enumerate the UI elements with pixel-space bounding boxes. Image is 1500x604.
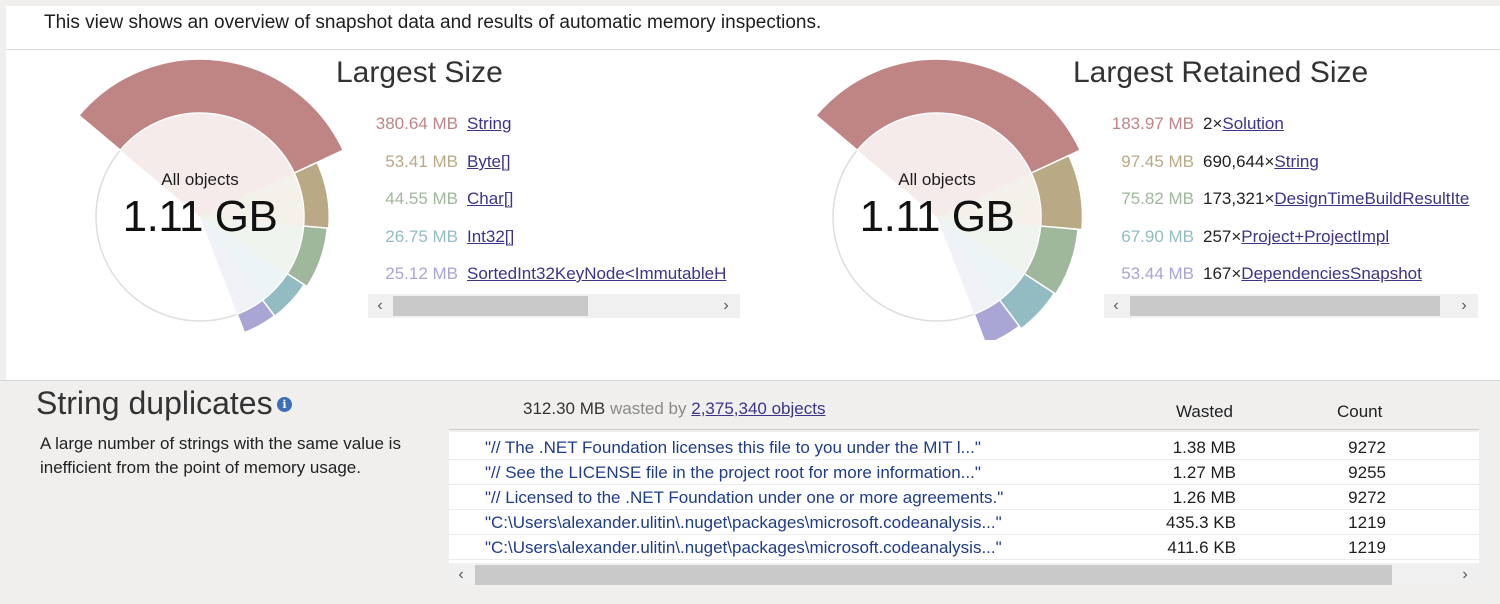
- count-value: 9272: [1348, 488, 1386, 507]
- section-divider: [0, 380, 1500, 381]
- count-value: 9272: [1348, 438, 1386, 457]
- scroll-right-icon[interactable]: ›: [1455, 565, 1475, 585]
- legend-row[interactable]: 67.90 MB 257×Project+ProjectImpl: [1104, 227, 1478, 251]
- string-duplicates-description: A large number of strings with the same …: [40, 434, 401, 477]
- count-value: 9255: [1348, 463, 1386, 482]
- string-value: "C:\Users\alexander.ulitin\.nuget\packag…: [485, 538, 1002, 557]
- largest-size-center-label: All objects: [161, 170, 239, 189]
- largest-size-title: Largest Size: [336, 56, 503, 89]
- largest-retained-center-label: All objects: [898, 170, 976, 189]
- legend-row[interactable]: 53.44 MB 167×DependenciesSnapshot: [1104, 264, 1478, 288]
- legend-count: 173,321×: [1203, 189, 1275, 208]
- legend-size: 26.75 MB: [385, 227, 458, 246]
- wasted-value: 1.26 MB: [1172, 488, 1236, 507]
- legend-size: 183.97 MB: [1111, 114, 1194, 133]
- table-row[interactable]: "// Licensed to the .NET Foundation unde…: [449, 485, 1479, 510]
- summary-text: wasted by: [609, 399, 687, 418]
- string-value: "C:\Users\alexander.ulitin\.nuget\packag…: [485, 513, 1002, 532]
- legend-row[interactable]: 44.55 MB Char[]: [368, 189, 740, 213]
- legend-size: 97.45 MB: [1121, 152, 1194, 171]
- legend-count: 167×: [1203, 264, 1242, 283]
- legend-row[interactable]: 183.97 MB 2×Solution: [1104, 114, 1478, 138]
- scroll-thumb[interactable]: [1130, 296, 1440, 316]
- largest-size-scrollbar[interactable]: ‹ ›: [368, 294, 740, 318]
- legend-type-link[interactable]: Char[]: [467, 189, 513, 209]
- legend-size: 53.44 MB: [1121, 264, 1194, 283]
- wasted-value: 411.6 KB: [1167, 538, 1236, 557]
- largest-retained-center-value: 1.11 GB: [859, 192, 1015, 241]
- table-row[interactable]: "C:\Users\alexander.ulitin\.nuget\packag…: [449, 535, 1479, 560]
- legend-type-link[interactable]: String: [1274, 152, 1318, 171]
- duplicates-scrollbar[interactable]: ‹ ›: [449, 563, 1479, 587]
- info-icon[interactable]: i: [277, 397, 292, 412]
- summary-objects-link[interactable]: 2,375,340 objects: [691, 399, 825, 418]
- duplicates-table: "// The .NET Foundation licenses this fi…: [449, 432, 1479, 563]
- string-value: "// Licensed to the .NET Foundation unde…: [485, 488, 1004, 507]
- legend-count: 690,644×: [1203, 152, 1275, 171]
- legend-type-link[interactable]: DesignTimeBuildResultIte: [1274, 189, 1469, 208]
- scroll-right-icon[interactable]: ›: [1454, 296, 1474, 316]
- legend-size: 380.64 MB: [375, 114, 458, 133]
- column-header-count[interactable]: Count: [1337, 402, 1382, 422]
- legend-row[interactable]: 25.12 MB SortedInt32KeyNode<ImmutableH: [368, 264, 740, 288]
- legend-type-link[interactable]: Byte[]: [467, 152, 510, 172]
- legend-type-link[interactable]: Int32[]: [467, 227, 514, 247]
- scroll-left-icon[interactable]: ‹: [370, 296, 390, 316]
- count-value: 1219: [1348, 513, 1386, 532]
- duplicates-summary: 312.30 MB wasted by 2,375,340 objects: [523, 399, 825, 419]
- table-row[interactable]: "C:\Users\alexander.ulitin\.nuget\packag…: [449, 510, 1479, 535]
- column-header-wasted[interactable]: Wasted: [1176, 402, 1233, 422]
- string-value: "// See the LICENSE file in the project …: [485, 463, 981, 482]
- scroll-thumb[interactable]: [393, 296, 588, 316]
- legend-type-link[interactable]: SortedInt32KeyNode<ImmutableH: [467, 264, 726, 284]
- header-divider: [449, 429, 1479, 430]
- legend-size: 53.41 MB: [385, 152, 458, 171]
- wasted-value: 1.38 MB: [1172, 438, 1236, 457]
- string-duplicates-title: String duplicates: [36, 385, 273, 421]
- legend-type-link[interactable]: Project+ProjectImpl: [1241, 227, 1389, 246]
- summary-size: 312.30 MB: [523, 399, 606, 418]
- scroll-right-icon[interactable]: ›: [716, 296, 736, 316]
- largest-retained-title: Largest Retained Size: [1073, 56, 1369, 89]
- scroll-left-icon[interactable]: ‹: [451, 565, 471, 585]
- largest-retained-legend: 183.97 MB 2×Solution 97.45 MB 690,644×St…: [1104, 114, 1478, 294]
- legend-count: 257×: [1203, 227, 1242, 246]
- legend-row[interactable]: 97.45 MB 690,644×String: [1104, 152, 1478, 176]
- legend-type-link[interactable]: DependenciesSnapshot: [1241, 264, 1422, 283]
- wasted-value: 435.3 KB: [1166, 513, 1236, 532]
- count-value: 1219: [1348, 538, 1386, 557]
- legend-row[interactable]: 75.82 MB 173,321×DesignTimeBuildResultIt…: [1104, 189, 1478, 213]
- scroll-left-icon[interactable]: ‹: [1106, 296, 1126, 316]
- legend-size: 67.90 MB: [1121, 227, 1194, 246]
- string-value: "// The .NET Foundation licenses this fi…: [485, 438, 981, 457]
- largest-size-legend: 380.64 MB String 53.41 MB Byte[] 44.55 M…: [368, 114, 740, 294]
- legend-row[interactable]: 380.64 MB String: [368, 114, 740, 138]
- largest-size-center-value: 1.11 GB: [122, 192, 278, 241]
- legend-size: 44.55 MB: [385, 189, 458, 208]
- legend-type-link[interactable]: String: [467, 114, 511, 134]
- scroll-thumb[interactable]: [475, 565, 1392, 585]
- legend-size: 75.82 MB: [1121, 189, 1194, 208]
- legend-count: 2×: [1203, 114, 1223, 133]
- table-row[interactable]: "// See the LICENSE file in the project …: [449, 460, 1479, 485]
- table-row[interactable]: "// The .NET Foundation licenses this fi…: [449, 435, 1479, 460]
- legend-size: 25.12 MB: [385, 264, 458, 283]
- intro-text: This view shows an overview of snapshot …: [44, 12, 822, 33]
- legend-type-link[interactable]: Solution: [1222, 114, 1283, 133]
- legend-row[interactable]: 53.41 MB Byte[]: [368, 152, 740, 176]
- legend-row[interactable]: 26.75 MB Int32[]: [368, 227, 740, 251]
- wasted-value: 1.27 MB: [1172, 463, 1236, 482]
- largest-retained-scrollbar[interactable]: ‹ ›: [1104, 294, 1478, 318]
